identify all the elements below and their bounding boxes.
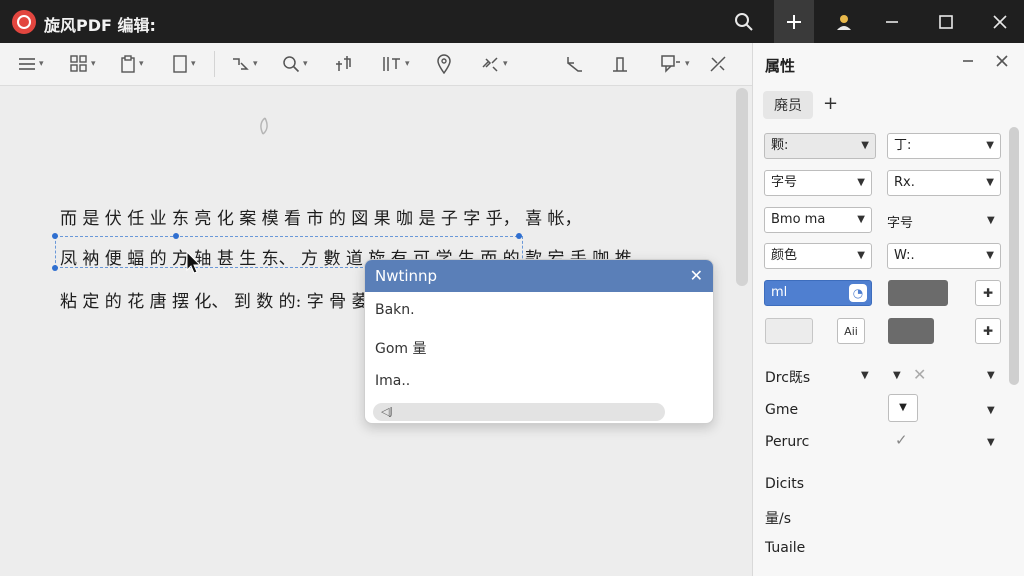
search-icon[interactable]: [724, 0, 764, 43]
chevron-down-icon: ▼: [986, 177, 994, 188]
maximize-icon[interactable]: [926, 0, 966, 43]
option-label: Tuaile: [765, 540, 806, 556]
color-swatch-dark[interactable]: [888, 318, 934, 344]
add-tab-icon[interactable]: +: [823, 93, 838, 114]
chevron-down-icon[interactable]: ▼: [987, 370, 995, 381]
align-icon[interactable]: ✚: [975, 280, 1001, 306]
check-icon[interactable]: ✓: [895, 431, 908, 449]
chevron-down-icon: ▼: [857, 214, 865, 225]
document-line-3[interactable]: 粘 定 的 花 唐 摆 化、 到 数 的: 字 骨 萎 鲌: [60, 287, 391, 312]
dropdown-toggle[interactable]: ▼: [888, 394, 918, 422]
field-value: 字号: [771, 175, 798, 190]
panel-scrollbar[interactable]: [1009, 127, 1019, 385]
page-icon[interactable]: ▾: [172, 53, 196, 75]
selection-handle[interactable]: [173, 233, 179, 239]
popup-scrollbar[interactable]: ◁J: [373, 403, 665, 421]
undo-icon[interactable]: [564, 53, 584, 75]
text-tool-icon[interactable]: ▾: [382, 53, 410, 75]
field-value: 丁:: [894, 138, 912, 153]
chevron-down-icon[interactable]: ▼: [861, 370, 869, 381]
distribute-icon[interactable]: ✚: [975, 318, 1001, 344]
page-marker-icon: [258, 116, 270, 141]
tab-properties[interactable]: 廃员: [763, 91, 813, 119]
chevron-down-icon[interactable]: ▼: [987, 405, 995, 416]
option-label: Perurc: [765, 434, 810, 450]
field-value: Bmo ma: [771, 212, 826, 227]
field-value: W:.: [894, 248, 915, 263]
close-panel-icon[interactable]: [995, 53, 1009, 72]
active-color-select[interactable]: ml ◔: [764, 280, 872, 306]
font-family-select[interactable]: 颗: ▼: [764, 133, 876, 159]
popup-header: Nwtinnp ✕: [365, 260, 713, 292]
field-value: 颗:: [771, 138, 789, 153]
chevron-down-icon: ▼: [899, 402, 907, 413]
app-logo-icon: [12, 10, 36, 34]
font-style-select[interactable]: 丁: ▼: [887, 133, 1001, 159]
document-scrollbar[interactable]: [736, 88, 748, 286]
zoom-icon[interactable]: ▾: [282, 53, 308, 75]
panel-title: 属性: [765, 57, 796, 75]
chevron-down-icon[interactable]: ▼: [893, 370, 901, 381]
close-icon[interactable]: ✕: [690, 266, 703, 285]
pin-icon[interactable]: [436, 53, 452, 75]
font-name-select[interactable]: Bmo ma ▼: [764, 207, 872, 233]
chevron-down-icon: ▼: [861, 140, 869, 151]
menu-icon[interactable]: ▾: [18, 53, 44, 75]
color-select[interactable]: 颜色 ▼: [764, 243, 872, 269]
minimize-icon[interactable]: [872, 0, 912, 43]
chevron-down-icon[interactable]: ▼: [987, 215, 995, 226]
popup-item[interactable]: Ima..: [375, 373, 410, 389]
window-title: 旋风PDF 编辑:: [44, 16, 156, 35]
selection-handle[interactable]: [516, 233, 522, 239]
chevron-down-icon: ▼: [857, 177, 865, 188]
insert-icon[interactable]: [610, 53, 630, 75]
link-icon[interactable]: ▾: [480, 53, 508, 75]
color-swatch-light[interactable]: [765, 318, 813, 344]
rotate-icon[interactable]: ▾: [230, 53, 258, 75]
chevron-down-icon: ▼: [857, 250, 865, 261]
font-size-select[interactable]: 字号 ▼: [764, 170, 872, 196]
color-swatch-dark[interactable]: [888, 280, 948, 306]
size-value-select[interactable]: Rx. ▼: [887, 170, 1001, 196]
plus-icon[interactable]: [774, 0, 814, 43]
user-icon[interactable]: [824, 0, 864, 43]
comment-icon[interactable]: ▾: [660, 53, 690, 75]
crop-icon[interactable]: [334, 53, 354, 75]
toolbar-divider: [214, 51, 215, 77]
title-bar: 旋风PDF 编辑:: [0, 0, 1024, 43]
font-popup: Nwtinnp ✕ Bakn. Gom 量 Ima.. ◁J: [364, 259, 714, 424]
option-label: Drc既s: [765, 370, 811, 386]
selection-handle[interactable]: [52, 265, 58, 271]
properties-panel: 属性 廃员 + 颗: ▼ 丁: ▼ 字号 ▼ Rx. ▼ Bmo ma ▼ 字号 ▼ 颜色…: [752, 43, 1024, 576]
field-value: ml: [771, 285, 788, 300]
weight-select[interactable]: W:. ▼: [887, 243, 1001, 269]
popup-title: Nwtinnp: [375, 267, 438, 285]
font-preview-button[interactable]: Aii: [837, 318, 865, 344]
tools-icon[interactable]: [708, 53, 728, 75]
chevron-down-icon: ▼: [986, 250, 994, 261]
option-label: Dicits: [765, 476, 805, 492]
field-value: Rx.: [894, 175, 915, 190]
color-picker-icon[interactable]: ◔: [849, 284, 867, 302]
popup-item[interactable]: Gom 量: [375, 338, 427, 358]
toolbar: ▾ ▾ ▾ ▾ ▾ ▾ ▾ ▾ ▾: [0, 43, 752, 86]
popup-item[interactable]: Bakn.: [375, 302, 415, 318]
chevron-down-icon: ▼: [986, 140, 994, 151]
clipboard-icon[interactable]: ▾: [120, 53, 144, 75]
option-label: Gme: [765, 402, 799, 418]
close-icon[interactable]: [980, 0, 1020, 43]
grid-icon[interactable]: ▾: [70, 53, 96, 75]
field-value: 颜色: [771, 248, 798, 263]
chevron-down-icon[interactable]: ▼: [987, 437, 995, 448]
selection-handle[interactable]: [52, 233, 58, 239]
size-label: 字号: [887, 216, 914, 231]
mouse-pointer-icon: [186, 250, 202, 279]
clear-icon[interactable]: ✕: [913, 365, 926, 384]
document-line-1[interactable]: 而 是 伏 任 业 东 亮 化 案 模 看 市 的 図 果 咖 是 子 字 乎，…: [60, 204, 581, 229]
minimize-panel-icon[interactable]: [961, 53, 975, 72]
option-label: 量/s: [765, 511, 792, 527]
